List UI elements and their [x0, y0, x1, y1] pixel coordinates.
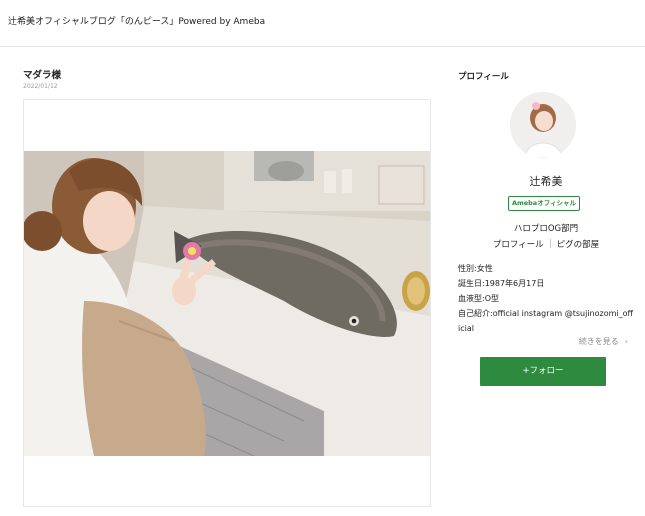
read-more-link[interactable]: 続きを見る › — [456, 336, 628, 347]
profile-heading: プロフィール — [458, 72, 509, 82]
profile-link[interactable]: プロフィール — [493, 240, 544, 250]
avatar[interactable] — [510, 92, 576, 158]
avatar-image — [510, 92, 576, 158]
genre-link[interactable]: ハロプロOG部門 — [456, 222, 636, 234]
entry-image-frame — [23, 99, 431, 507]
entry-photo[interactable] — [24, 151, 430, 456]
blog-header: 辻希美オフィシャルブログ「のんピース」Powered by Ameba — [0, 0, 645, 47]
profile-birthday: 誕生日:1987年6月17日 — [458, 279, 545, 288]
entry-title[interactable]: マダラ様 — [23, 67, 61, 81]
link-separator — [549, 239, 551, 248]
official-badge: Amebaオフィシャル — [508, 196, 580, 211]
entry-date: 2022/01/12 — [23, 83, 58, 90]
pigg-room-link[interactable]: ピグの部屋 — [557, 240, 600, 250]
profile-info: 性別:女性 誕生日:1987年6月17日 血液型:O型 自己紹介:officia… — [458, 261, 634, 336]
chevron-right-icon: › — [624, 337, 628, 346]
blog-title[interactable]: 辻希美オフィシャルブログ「のんピース」Powered by Ameba — [8, 14, 265, 27]
profile-gender: 性別:女性 — [458, 264, 493, 273]
profile-intro: 自己紹介:official instagram @tsujinozomi_off… — [458, 309, 634, 333]
profile-blood-type: 血液型:O型 — [458, 294, 499, 303]
profile-name[interactable]: 辻希美 — [456, 173, 636, 189]
read-more-label: 続きを見る — [578, 337, 619, 346]
entry-photo-illustration — [24, 151, 430, 456]
profile-links: プロフィール ピグの部屋 — [456, 238, 636, 250]
follow-button[interactable]: +フォロー — [480, 357, 606, 386]
